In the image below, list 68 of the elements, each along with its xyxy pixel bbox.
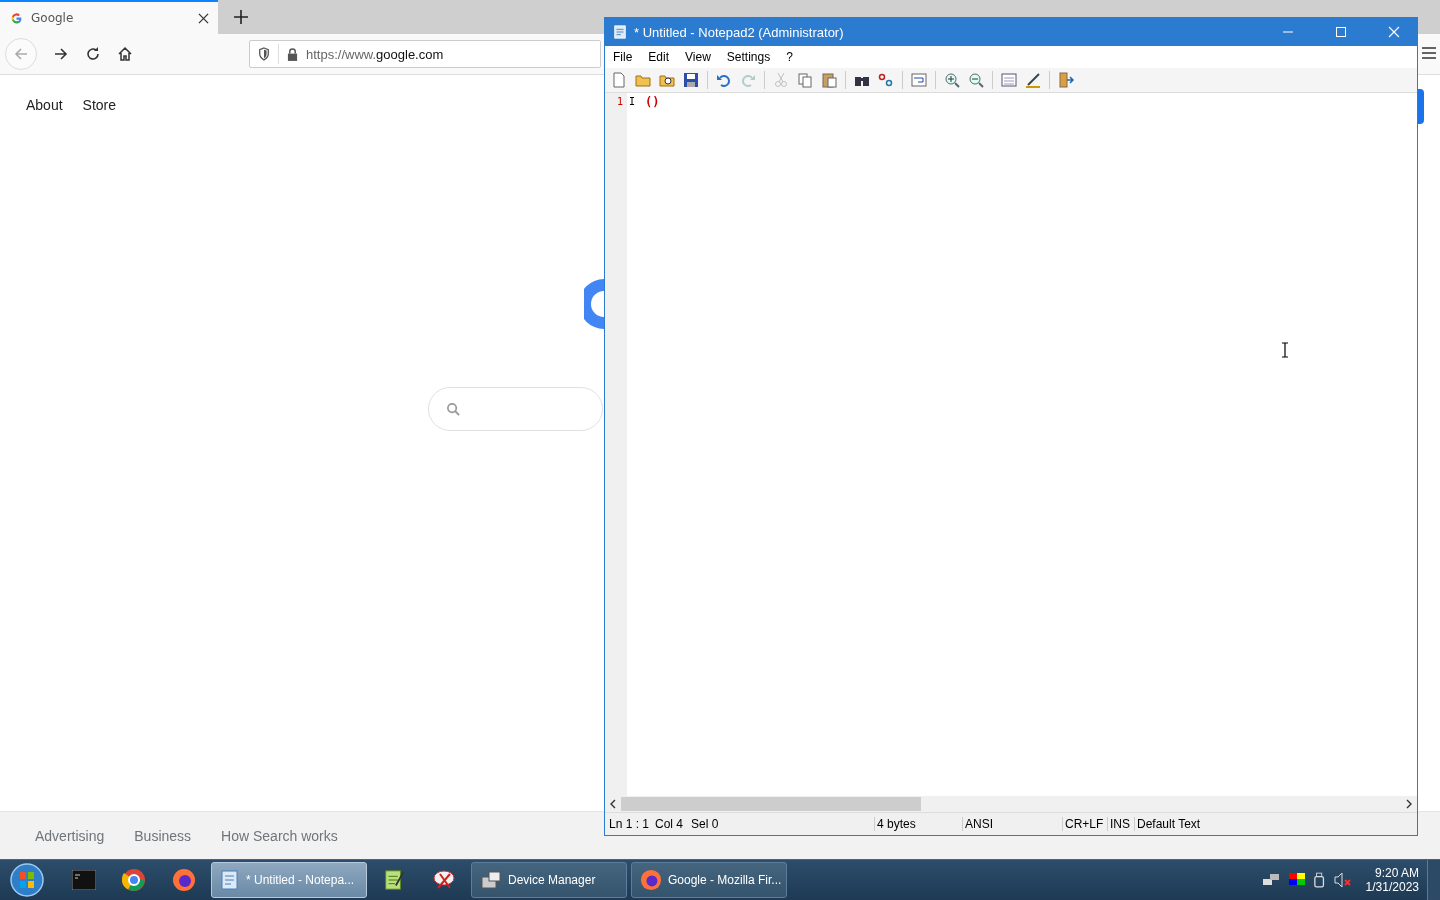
paste-icon[interactable] [821,72,837,88]
status-field: Default Text [1135,817,1335,831]
menu-item[interactable]: Edit [648,50,670,64]
shield-icon [258,47,270,61]
back-arrow-icon [13,46,29,62]
menu-item[interactable]: ? [786,50,793,64]
start-button[interactable] [9,862,45,898]
url-text: https://www.google.com [306,46,444,62]
home-icon[interactable] [117,46,133,62]
lock-icon [287,47,298,61]
footer-link[interactable]: Business [134,827,192,844]
exit-icon[interactable] [1058,72,1074,88]
window-title: * Untitled - Notepad2 (Administrator) [634,24,845,40]
menu-icon[interactable] [1422,47,1436,59]
replace-icon[interactable] [878,72,894,88]
word-wrap-icon[interactable] [911,72,927,88]
notepad-icon [613,25,627,39]
text-cursor-icon [1281,342,1289,358]
zoom-out-icon[interactable] [968,72,984,88]
open-folder-icon[interactable] [635,72,651,88]
taskbar-button[interactable]: Device Manager [471,862,627,898]
clock[interactable]: 9:20 AM 1/31/2023 [1365,866,1419,894]
search-icon [446,401,461,417]
code-text: I [629,95,636,109]
status-field: CR+LF [1063,817,1108,831]
taskbar-button[interactable]: Google - Mozilla Fir... [631,862,787,898]
browser-tab[interactable]: Google [0,0,218,34]
status-field: 4 bytes [875,817,963,831]
forward-icon[interactable] [53,46,69,62]
undo-icon[interactable] [716,72,732,88]
notepad-icon [220,869,240,891]
scroll-left-icon[interactable] [609,799,617,809]
customize-icon[interactable] [1025,72,1041,88]
zoom-in-icon[interactable] [944,72,960,88]
network-icon[interactable] [1261,872,1280,888]
status-field: INS [1108,817,1135,831]
copy-icon[interactable] [797,72,813,88]
address-bar[interactable]: https://www.google.com [249,40,601,68]
computer-icon [480,869,502,891]
header-link[interactable]: About [26,97,63,113]
new-tab-icon[interactable] [234,10,248,24]
scroll-right-icon[interactable] [1405,799,1413,809]
scrollbar-thumb[interactable] [621,797,921,811]
footer-link[interactable]: Advertising [35,827,105,844]
menu-item[interactable]: Settings [726,50,771,64]
usb-drive-icon[interactable] [1313,871,1326,889]
matched-braces: () [645,94,660,110]
google-g-icon [10,11,23,25]
menu-item[interactable]: View [685,50,711,64]
browse-folder-icon[interactable] [659,72,675,88]
menu-item[interactable]: File [613,50,633,64]
close-icon[interactable] [1388,26,1400,38]
header-link[interactable]: Store [82,97,117,113]
muted-speaker-icon[interactable] [1333,872,1352,888]
status-field: Sel 0 [689,817,875,831]
clock-time: 9:20 AM [1374,866,1419,880]
footer-link[interactable]: How Search works [221,827,338,844]
new-file-icon[interactable] [611,72,627,88]
maximize-icon[interactable] [1335,26,1347,38]
reload-icon[interactable] [85,46,101,62]
color-display-icon[interactable] [1287,872,1306,888]
status-field: Col 4 [653,817,689,831]
line-number: 1 [616,95,623,109]
clock-date: 1/31/2023 [1365,880,1419,894]
status-field: ANSI [963,817,1063,831]
close-tab-icon[interactable] [198,12,209,24]
save-icon[interactable] [683,72,699,88]
status-field: Ln 1 : 1 [607,817,653,831]
